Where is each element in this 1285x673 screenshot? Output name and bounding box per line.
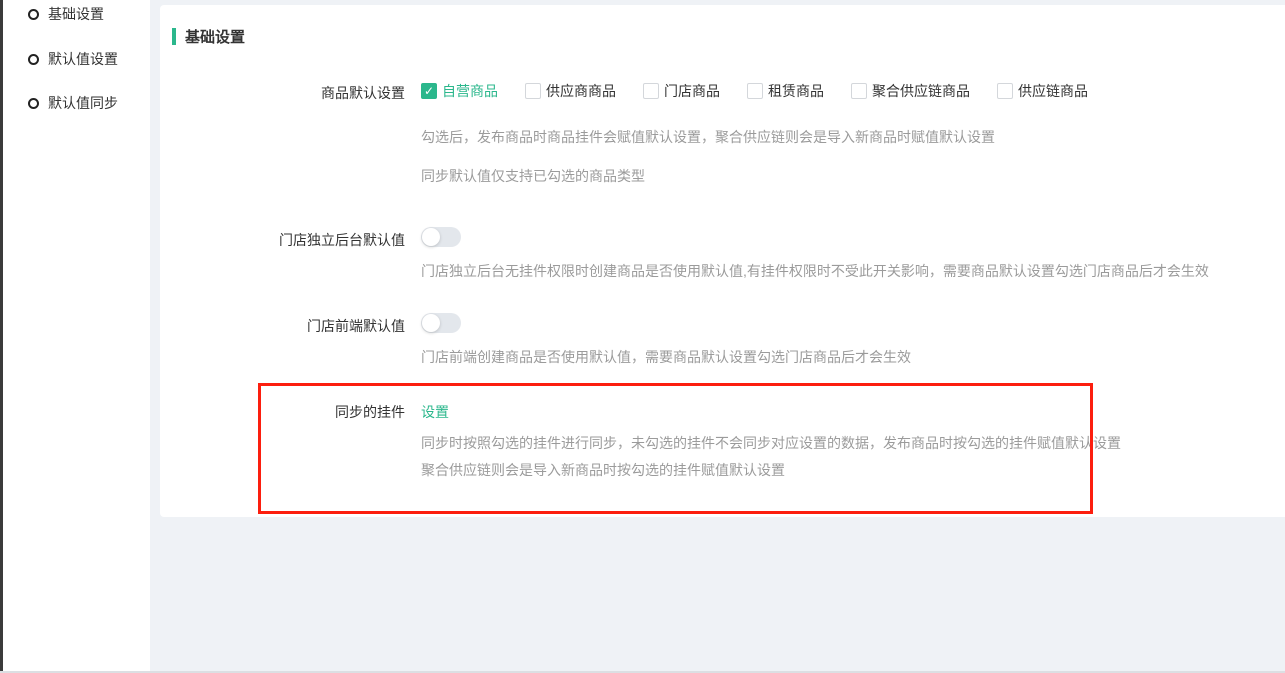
sync-widgets-help-1: 同步时按照勾选的挂件进行同步，未勾选的挂件不会同步对应设置的数据，发布商品时按勾… bbox=[421, 433, 1121, 453]
product-default-checkbox-group: ✓ 自营商品 ✓ 供应商商品 ✓ 门店商品 ✓ 租赁商品 ✓ 聚合供应链商品 ✓… bbox=[421, 81, 1088, 101]
sync-widgets-help-2: 聚合供应链则会是导入新商品时按勾选的挂件赋值默认设置 bbox=[421, 460, 785, 480]
store-front-toggle[interactable] bbox=[421, 313, 461, 333]
sync-widgets-label: 同步的挂件 bbox=[160, 402, 405, 422]
checkbox-supply-chain-product[interactable]: ✓ 供应链商品 bbox=[997, 81, 1088, 101]
checkbox-self-operated-product[interactable]: ✓ 自营商品 bbox=[421, 81, 498, 101]
store-backend-label: 门店独立后台默认值 bbox=[160, 230, 405, 250]
checkbox-icon: ✓ bbox=[643, 83, 659, 99]
store-front-help: 门店前端创建商品是否使用默认值，需要商品默认设置勾选门店商品后才会生效 bbox=[421, 347, 911, 367]
sidebar-item-default-value-sync[interactable]: 默认值同步 bbox=[28, 93, 118, 113]
toggle-knob-icon bbox=[422, 228, 440, 246]
checkbox-store-product[interactable]: ✓ 门店商品 bbox=[643, 81, 720, 101]
accent-bar-icon bbox=[172, 28, 176, 45]
sync-widgets-control: 设置 bbox=[421, 402, 449, 422]
checkbox-aggregated-supply-chain-product[interactable]: ✓ 聚合供应链商品 bbox=[851, 81, 970, 101]
store-front-control bbox=[421, 313, 461, 333]
sidebar-item-default-value-settings[interactable]: 默认值设置 bbox=[28, 49, 118, 69]
radio-circle-icon bbox=[28, 98, 39, 109]
checkbox-icon: ✓ bbox=[525, 83, 541, 99]
sync-widgets-settings-link[interactable]: 设置 bbox=[421, 402, 449, 422]
store-front-label: 门店前端默认值 bbox=[160, 316, 405, 336]
sidebar-item-label: 默认值设置 bbox=[48, 49, 118, 69]
section-title: 基础设置 bbox=[172, 26, 245, 47]
radio-circle-icon bbox=[28, 54, 39, 65]
settings-sidebar: 基础设置 默认值设置 默认值同步 bbox=[3, 0, 150, 671]
product-default-label: 商品默认设置 bbox=[160, 83, 405, 103]
radio-circle-icon bbox=[28, 9, 39, 20]
checkbox-icon: ✓ bbox=[421, 83, 437, 99]
store-backend-control bbox=[421, 227, 461, 247]
basic-settings-panel: 基础设置 商品默认设置 ✓ 自营商品 ✓ 供应商商品 ✓ 门店商品 ✓ 租赁商品… bbox=[160, 5, 1285, 517]
sidebar-item-basic-settings[interactable]: 基础设置 bbox=[28, 4, 104, 24]
section-title-text: 基础设置 bbox=[185, 26, 245, 47]
checkbox-icon: ✓ bbox=[997, 83, 1013, 99]
store-backend-help: 门店独立后台无挂件权限时创建商品是否使用默认值,有挂件权限时不受此开关影响，需要… bbox=[421, 261, 1209, 281]
toggle-knob-icon bbox=[422, 314, 440, 332]
sidebar-item-label: 基础设置 bbox=[48, 4, 104, 24]
product-default-help-1: 勾选后，发布商品时商品挂件会赋值默认设置，聚合供应链则会是导入新商品时赋值默认设… bbox=[421, 127, 995, 147]
store-backend-toggle[interactable] bbox=[421, 227, 461, 247]
checkbox-icon: ✓ bbox=[747, 83, 763, 99]
checkbox-lease-product[interactable]: ✓ 租赁商品 bbox=[747, 81, 824, 101]
checkbox-icon: ✓ bbox=[851, 83, 867, 99]
checkbox-supplier-product[interactable]: ✓ 供应商商品 bbox=[525, 81, 616, 101]
sidebar-item-label: 默认值同步 bbox=[48, 93, 118, 113]
product-default-help-2: 同步默认值仅支持已勾选的商品类型 bbox=[421, 166, 645, 186]
